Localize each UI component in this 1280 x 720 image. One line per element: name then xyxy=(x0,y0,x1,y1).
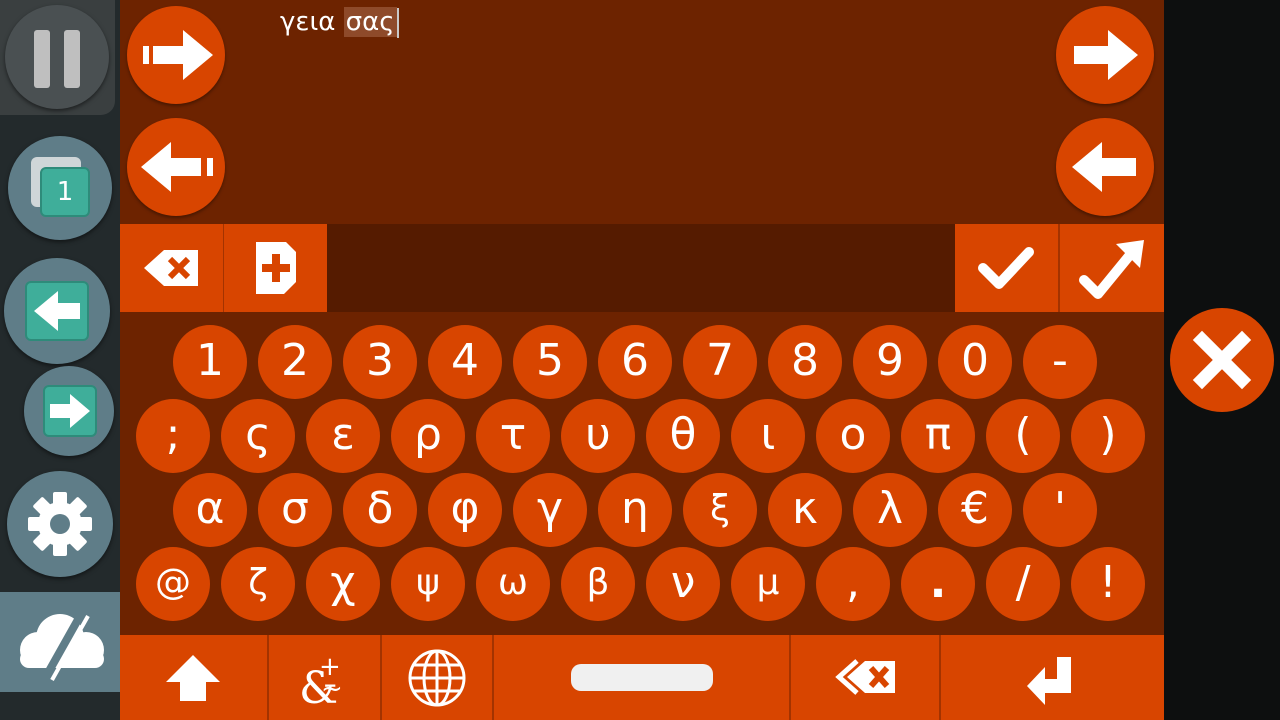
next-button-left[interactable] xyxy=(127,6,225,104)
compose-selected-text: σας xyxy=(343,7,397,37)
text-caret xyxy=(396,7,399,38)
key[interactable]: 9 xyxy=(853,325,927,399)
composing-text: γεια σας xyxy=(280,6,399,38)
arrow-left-icon xyxy=(1072,142,1136,192)
arrow-left-icon xyxy=(141,142,213,192)
key[interactable]: γ xyxy=(513,473,587,547)
enter-icon xyxy=(1027,657,1071,705)
cloud-off-icon xyxy=(20,614,104,682)
key[interactable]: 4 xyxy=(428,325,502,399)
key[interactable]: ζ xyxy=(221,547,295,621)
key[interactable]: ( xyxy=(986,399,1060,473)
check-icon xyxy=(978,247,1034,289)
arrow-right-icon xyxy=(143,30,213,80)
globe-icon xyxy=(408,649,466,707)
key[interactable]: @ xyxy=(136,547,210,621)
key[interactable]: 5 xyxy=(513,325,587,399)
key[interactable]: υ xyxy=(561,399,635,473)
delete-word-icon xyxy=(835,659,895,695)
keyboard-panel: γεια σας 1 2 3 4 5 6 7 8 9 0 - ; ς ε ρ τ… xyxy=(120,0,1164,720)
key[interactable]: 3 xyxy=(343,325,417,399)
key[interactable]: 6 xyxy=(598,325,672,399)
forward-button[interactable] xyxy=(24,366,114,456)
arrow-right-icon xyxy=(1074,30,1138,80)
cloud-sync-button[interactable] xyxy=(0,592,120,692)
key[interactable]: ω xyxy=(476,547,550,621)
key[interactable]: ; xyxy=(136,399,210,473)
key[interactable]: € xyxy=(938,473,1012,547)
symbols-icon: & + ~ xyxy=(299,652,343,714)
key[interactable]: . xyxy=(901,547,975,621)
key[interactable]: / xyxy=(986,547,1060,621)
close-keyboard-button[interactable] xyxy=(1170,308,1274,412)
key-grid: 1 2 3 4 5 6 7 8 9 0 - ; ς ε ρ τ υ θ ι ο … xyxy=(120,312,1164,635)
key[interactable]: 8 xyxy=(768,325,842,399)
key[interactable]: ! xyxy=(1071,547,1145,621)
key[interactable]: ρ xyxy=(391,399,465,473)
shift-up-icon xyxy=(166,655,220,701)
key[interactable]: μ xyxy=(731,547,805,621)
suggestion-toolbar xyxy=(120,224,1164,312)
key[interactable]: σ xyxy=(258,473,332,547)
key[interactable]: δ xyxy=(343,473,417,547)
arrow-right-icon xyxy=(43,385,97,437)
key[interactable]: 7 xyxy=(683,325,757,399)
gear-icon xyxy=(28,492,92,556)
pause-icon xyxy=(5,5,109,109)
key[interactable]: 2 xyxy=(258,325,332,399)
space-button[interactable] xyxy=(494,635,789,720)
backspace-button[interactable] xyxy=(120,224,223,312)
key[interactable]: χ xyxy=(306,547,380,621)
add-word-button[interactable] xyxy=(224,224,327,312)
key[interactable]: ψ xyxy=(391,547,465,621)
space-bar-icon xyxy=(571,664,713,691)
key[interactable]: θ xyxy=(646,399,720,473)
close-icon xyxy=(1192,330,1252,390)
key[interactable]: - xyxy=(1023,325,1097,399)
back-button[interactable] xyxy=(4,258,110,364)
key[interactable]: ε xyxy=(306,399,380,473)
delete-word-button[interactable] xyxy=(791,635,939,720)
check-arrow-icon xyxy=(1079,240,1144,299)
arrow-left-icon xyxy=(25,281,89,341)
prev-button-left[interactable] xyxy=(127,118,225,216)
language-button[interactable] xyxy=(382,635,492,720)
pause-button[interactable] xyxy=(0,0,115,115)
key[interactable]: α xyxy=(173,473,247,547)
bottom-bar: & + ~ xyxy=(120,635,1164,720)
accept-button[interactable] xyxy=(955,224,1058,312)
enter-button[interactable] xyxy=(941,635,1164,720)
key[interactable]: η xyxy=(598,473,672,547)
windows-button[interactable]: 1 xyxy=(8,136,112,240)
compose-text-before: γεια xyxy=(280,7,344,37)
key[interactable]: , xyxy=(816,547,890,621)
key[interactable]: λ xyxy=(853,473,927,547)
key[interactable]: 0 xyxy=(938,325,1012,399)
windows-count: 1 xyxy=(40,167,90,217)
key[interactable]: ξ xyxy=(683,473,757,547)
accept-insert-button[interactable] xyxy=(1060,224,1164,312)
shift-button[interactable] xyxy=(120,635,267,720)
key[interactable]: ι xyxy=(731,399,805,473)
settings-button[interactable] xyxy=(7,471,113,577)
key[interactable]: β xyxy=(561,547,635,621)
key[interactable]: ν xyxy=(646,547,720,621)
next-button-right[interactable] xyxy=(1056,6,1154,104)
key[interactable]: π xyxy=(901,399,975,473)
key[interactable]: κ xyxy=(768,473,842,547)
key[interactable]: ) xyxy=(1071,399,1145,473)
symbols-button[interactable]: & + ~ xyxy=(269,635,380,720)
key[interactable]: ' xyxy=(1023,473,1097,547)
key[interactable]: ο xyxy=(816,399,890,473)
key[interactable]: φ xyxy=(428,473,502,547)
add-document-icon xyxy=(256,242,296,294)
prev-button-right[interactable] xyxy=(1056,118,1154,216)
backspace-icon xyxy=(144,250,198,286)
svg-text:~: ~ xyxy=(321,674,343,704)
key[interactable]: τ xyxy=(476,399,550,473)
sidebar: 1 xyxy=(0,0,120,720)
key[interactable]: 1 xyxy=(173,325,247,399)
key[interactable]: ς xyxy=(221,399,295,473)
